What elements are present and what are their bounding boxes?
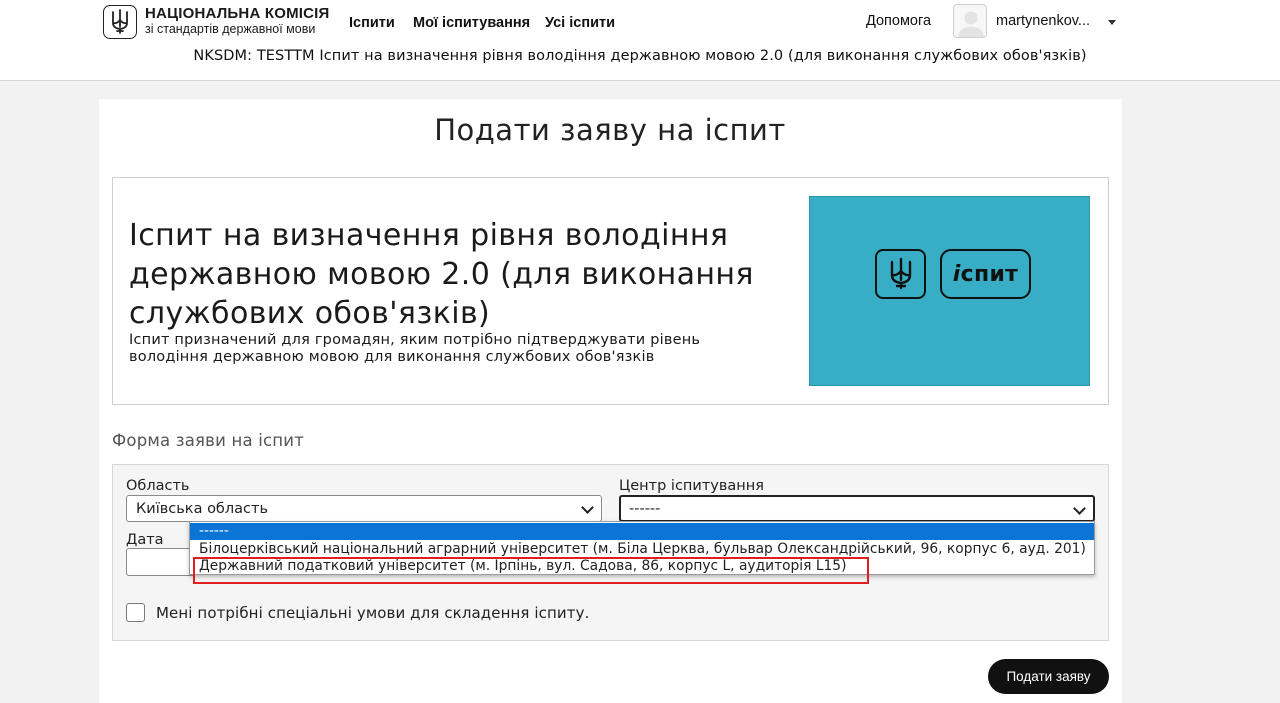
help-link[interactable]: Допомога: [866, 13, 931, 29]
date-select[interactable]: [126, 548, 196, 576]
special-conditions-checkbox[interactable]: [126, 603, 145, 622]
region-select[interactable]: Київська область: [126, 495, 602, 522]
chevron-down-icon: [581, 501, 594, 514]
dropdown-option-bila-tserkva[interactable]: Білоцерківський національний аграрний ун…: [190, 541, 1094, 558]
logo-title[interactable]: НАЦІОНАЛЬНА КОМІСІЯ: [145, 5, 330, 22]
dropdown-option-empty[interactable]: ------: [190, 523, 1094, 540]
region-label: Область: [126, 478, 190, 494]
date-label: Дата: [126, 532, 164, 548]
nav-my-exams[interactable]: Мої іспитування: [413, 15, 530, 31]
course-title: NKSDM: TESTTM Іспит на визначення рівня …: [193, 48, 1087, 64]
logo-subtitle[interactable]: зі стандартів державної мови: [145, 22, 315, 36]
exam-description: Іспит призначений для громадян, яким пот…: [129, 332, 701, 365]
center-select[interactable]: ------: [619, 495, 1095, 522]
exam-name: Іспит на визначення рівня володіння держ…: [129, 218, 754, 331]
exam-banner-image: і спит: [809, 196, 1090, 386]
submit-application-button[interactable]: Подати заяву: [988, 659, 1109, 694]
ispyt-logo: і спит: [940, 249, 1031, 299]
form-heading: Форма заяви на іспит: [112, 431, 305, 450]
user-silhouette-icon: [958, 11, 984, 37]
annotation-highlight: [193, 557, 869, 584]
nav-exams[interactable]: Іспити: [349, 15, 395, 31]
page-title: Подати заяву на іспит: [434, 113, 786, 147]
avatar[interactable]: [953, 4, 987, 38]
user-menu-name[interactable]: martynenkov...: [996, 13, 1090, 29]
site-header: НАЦІОНАЛЬНА КОМІСІЯ зі стандартів держав…: [0, 0, 1280, 81]
region-select-value: Київська область: [136, 501, 268, 517]
trident-emblem-icon: [875, 249, 926, 299]
center-label: Центр іспитування: [619, 478, 764, 494]
trident-icon[interactable]: [103, 5, 137, 39]
nav-all-exams[interactable]: Усі іспити: [545, 15, 615, 31]
caret-down-icon[interactable]: [1108, 20, 1116, 25]
center-select-value: ------: [629, 501, 661, 517]
chevron-down-icon: [1073, 502, 1086, 515]
special-conditions-label[interactable]: Мені потрібні спеціальні умови для склад…: [156, 604, 589, 622]
